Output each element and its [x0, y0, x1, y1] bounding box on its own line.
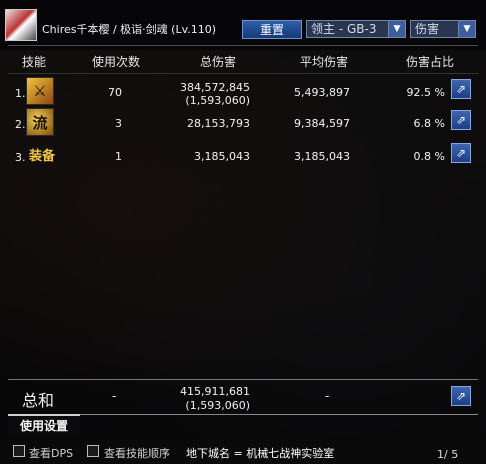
dungeon-name: 地下城名 = 机械七战神实验室 — [186, 447, 335, 460]
row-uses: 3 — [115, 117, 122, 130]
row-uses: 70 — [108, 86, 122, 99]
row-total-sub: (1,593,060) — [185, 94, 250, 107]
row-avg: 9,384,597 — [294, 117, 350, 130]
avatar — [5, 9, 37, 41]
table-row: 2. 流 3 28,153,793 9,384,597 6.8 % ⇗ — [0, 108, 486, 136]
row-total: 384,572,845 — [180, 81, 250, 94]
summary-label: 总和 — [22, 391, 55, 410]
header-total: 总伤害 — [200, 55, 237, 69]
header-ratio: 伤害占比 — [406, 55, 455, 69]
target-dropdown[interactable]: 领主 - GB-3 ▼ — [306, 20, 406, 38]
view-dps-label: 查看DPS — [29, 447, 74, 460]
header-uses: 使用次数 — [92, 55, 141, 69]
view-dps-checkbox[interactable] — [13, 445, 25, 457]
share-icon[interactable]: ⇗ — [451, 143, 471, 163]
page-indicator: 1/ 5 — [437, 448, 459, 461]
tab-usage-settings[interactable]: 使用设置 — [8, 414, 80, 436]
character-title: Chires千本樱 / 极诣·剑魂 (Lv.110) — [42, 23, 217, 36]
header-skill: 技能 — [22, 55, 47, 69]
view-skill-order-checkbox[interactable] — [87, 445, 99, 457]
skill-slash-icon: ⚔ — [26, 77, 54, 105]
chevron-down-icon[interactable]: ▼ — [388, 21, 405, 37]
summary-avg: - — [325, 389, 330, 403]
row-rank: 3. — [15, 151, 26, 164]
summary-total: 415,911,681 — [180, 385, 250, 398]
share-icon[interactable]: ⇗ — [451, 79, 471, 99]
row-total: 3,185,043 — [194, 150, 250, 163]
type-dropdown-value: 伤害 — [415, 22, 440, 36]
chevron-down-icon[interactable]: ▼ — [458, 21, 475, 37]
header-avg: 平均伤害 — [300, 55, 349, 69]
summary-uses: - — [112, 389, 117, 403]
row-rank: 1. — [15, 87, 26, 100]
damage-stats-panel: Chires千本樱 / 极诣·剑魂 (Lv.110) 重置 领主 - GB-3 … — [0, 0, 486, 464]
summary-row: 总和 - 415,911,681 (1,593,060) - ⇗ — [0, 383, 486, 412]
row-rank: 2. — [15, 118, 26, 131]
skill-flow-icon-text: 流 — [32, 113, 48, 132]
target-dropdown-value: 领主 - GB-3 — [311, 22, 377, 36]
table-row: 3. 装备 1 3,185,043 3,185,043 0.8 % ⇗ — [0, 141, 486, 167]
equipment-label: 装备 — [29, 149, 56, 164]
share-icon[interactable]: ⇗ — [451, 386, 471, 406]
type-dropdown[interactable]: 伤害 ▼ — [410, 20, 476, 38]
divider — [80, 414, 478, 415]
divider — [8, 379, 478, 380]
row-avg: 5,493,897 — [294, 86, 350, 99]
row-ratio: 92.5 % — [406, 86, 445, 99]
row-ratio: 0.8 % — [413, 150, 445, 163]
table-header: 技能 使用次数 总伤害 平均伤害 伤害占比 — [0, 53, 486, 71]
reset-button[interactable]: 重置 — [242, 20, 302, 39]
summary-total-sub: (1,593,060) — [185, 399, 250, 412]
skill-flow-icon: 流 — [26, 108, 54, 136]
row-avg: 3,185,043 — [294, 150, 350, 163]
table-row: 1. ⚔ 70 384,572,845 (1,593,060) 5,493,89… — [0, 77, 486, 107]
divider — [8, 73, 478, 74]
title-bar: Chires千本樱 / 极诣·剑魂 (Lv.110) 重置 领主 - GB-3 … — [0, 0, 486, 50]
row-uses: 1 — [115, 150, 122, 163]
divider — [8, 45, 478, 46]
row-ratio: 6.8 % — [413, 117, 445, 130]
view-skill-order-label: 查看技能顺序 — [104, 447, 170, 460]
row-total: 28,153,793 — [187, 117, 250, 130]
share-icon[interactable]: ⇗ — [451, 110, 471, 130]
